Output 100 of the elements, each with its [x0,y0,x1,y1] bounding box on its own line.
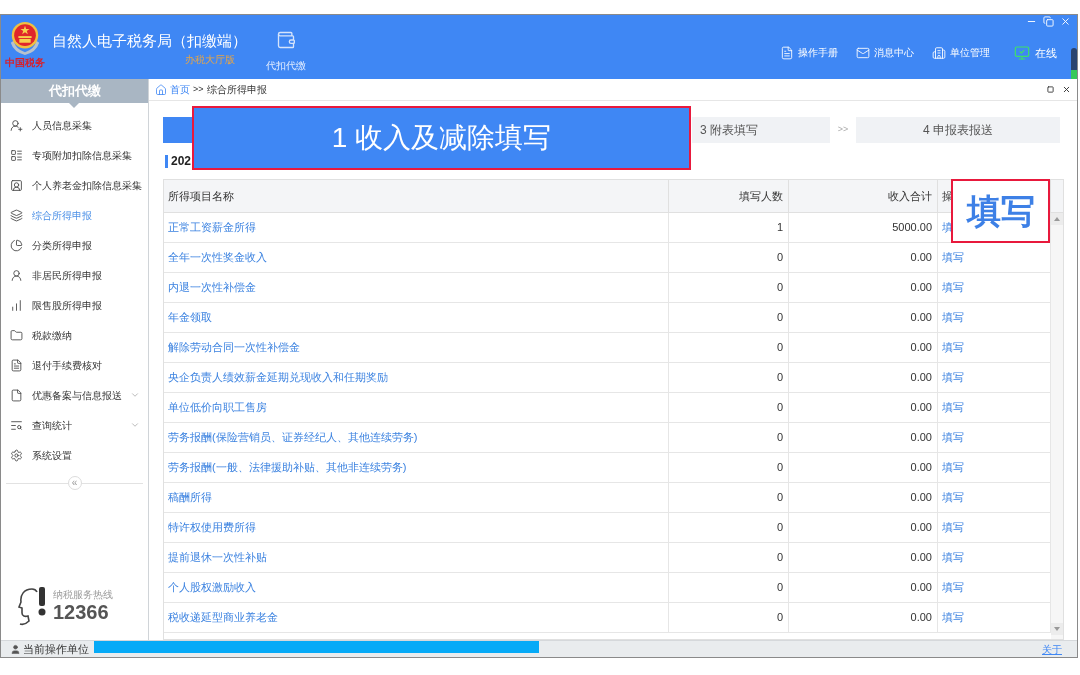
income-total: 0.00 [910,370,932,386]
list-icon [10,148,23,162]
step-separator: >> [836,123,850,137]
income-type-link[interactable]: 全年一次性奖金收入 [168,249,267,266]
chevron-down-icon [130,390,140,400]
sidebar-item[interactable]: 系统设置 [1,440,148,470]
sidebar-item[interactable]: 退付手续费核对 [1,350,148,380]
settings-icon [10,448,23,462]
logo-text: 中国税务 [5,57,45,68]
collapse-button[interactable]: « [67,476,82,490]
income-total: 0.00 [910,580,932,596]
home-icon[interactable] [155,83,167,96]
fill-in-link[interactable]: 填写 [942,579,964,596]
breadcrumb-separator: >> [193,82,204,96]
income-type-link[interactable]: 年金领取 [168,309,212,326]
income-type-link[interactable]: 稿酬所得 [168,489,212,506]
pie-chart-icon [10,238,23,252]
user-icon [10,268,23,282]
income-type-link[interactable]: 个人股权激励收入 [168,579,256,596]
income-type-link[interactable]: 特许权使用费所得 [168,519,256,536]
maximize-icon[interactable] [1047,86,1054,93]
fill-in-link[interactable]: 填写 [942,369,964,386]
toolbar-button[interactable]: 消息中心 [856,46,914,60]
restore-icon[interactable] [1043,16,1054,27]
income-type-link[interactable]: 央企负责人绩效薪金延期兑现收入和任期奖励 [168,369,388,386]
building-icon [932,46,946,60]
income-total: 0.00 [910,610,932,626]
file-icon [10,388,23,402]
person-count: 0 [776,460,783,476]
column-header: 收入合计 [888,188,932,204]
sidebar-item[interactable]: 优惠备案与信息报送 [1,380,148,410]
toolbar-button[interactable]: 单位管理 [932,46,990,60]
income-type-link[interactable]: 劳务报酬(保险营销员、证券经纪人、其他连续劳务) [168,429,418,446]
income-type-link[interactable]: 税收递延型商业养老金 [168,609,278,626]
chevron-down-icon [130,420,140,430]
scroll-up-icon[interactable] [1051,213,1063,225]
income-type-link[interactable]: 正常工资薪金所得 [168,219,256,236]
fill-in-link[interactable]: 填写 [942,459,964,476]
fill-in-link[interactable]: 填写 [942,609,964,626]
toolbar-button[interactable]: 操作手册 [780,46,838,60]
app-subtitle: 办税大厅版 [185,54,236,65]
scroll-down-icon[interactable] [1051,623,1063,635]
emblem-logo [8,20,42,56]
person-count: 0 [776,580,783,596]
income-total: 5000.00 [892,220,932,236]
app-title: 自然人电子税务局（扣缴端） [52,31,248,51]
fill-in-link[interactable]: 填写 [942,279,964,296]
breadcrumb-link[interactable]: 首页 [170,82,190,97]
fill-in-link[interactable]: 填写 [942,249,964,266]
person-count: 0 [776,250,783,266]
zoom-callout: 填写 [951,179,1050,243]
step-tab[interactable]: 3 附表填写 [692,117,830,143]
section-title: 202 [171,155,192,168]
sidebar-item[interactable]: 人员信息采集 [1,110,148,140]
about-link[interactable]: 关于 [1042,641,1062,657]
hotline-caption: 纳税服务热线 [53,589,113,601]
income-type-link[interactable]: 劳务报酬(一般、法律援助补贴、其他非连续劳务) [168,459,407,476]
person-count: 0 [776,370,783,386]
bar-chart-icon [10,298,23,312]
step-tab[interactable]: 4 申报表报送 [856,117,1060,143]
fill-in-link[interactable]: 填写 [942,519,964,536]
fill-in-link[interactable]: 填写 [942,549,964,566]
person-count: 0 [776,550,783,566]
income-type-link[interactable]: 解除劳动合同一次性补偿金 [168,339,300,356]
pointer-icon [69,103,79,108]
sidebar-item[interactable]: 税款缴纳 [1,320,148,350]
fill-in-link[interactable]: 填写 [942,429,964,446]
column-header: 填写人数 [739,188,783,204]
sidebar-item[interactable]: 个人养老金扣除信息采集 [1,170,148,200]
nav-button[interactable]: 代扣代缴 [266,15,306,79]
person-count: 0 [776,520,783,536]
scrollbar-track[interactable] [1051,213,1063,639]
person-count: 0 [776,490,783,506]
income-total: 0.00 [910,520,932,536]
sidebar-item[interactable]: 查询统计 [1,410,148,440]
sidebar-item[interactable]: 专项附加扣除信息采集 [1,140,148,170]
income-total: 0.00 [910,460,932,476]
fill-in-link[interactable]: 填写 [942,399,964,416]
fill-in-link[interactable]: 填写 [942,339,964,356]
person-count: 0 [776,430,783,446]
sidebar-item[interactable]: 限售股所得申报 [1,290,148,320]
operating-unit-label: 当前操作单位 [23,641,89,657]
income-total: 0.00 [910,250,932,266]
user-plus-icon [10,118,23,132]
sidebar-item[interactable]: 综合所得申报 [1,200,148,230]
monitor-check-icon [1014,45,1030,61]
income-total: 0.00 [910,340,932,356]
sidebar-item[interactable]: 非居民所得申报 [1,260,148,290]
sidebar-item[interactable]: 分类所得申报 [1,230,148,260]
document-icon [10,358,23,372]
person-count: 0 [776,280,783,296]
income-type-link[interactable]: 提前退休一次性补贴 [168,549,267,566]
close-icon[interactable] [1062,85,1071,94]
income-type-link[interactable]: 内退一次性补偿金 [168,279,256,296]
column-header: 所得项目名称 [168,188,234,204]
income-type-link[interactable]: 单位低价向职工售房 [168,399,267,416]
income-total: 0.00 [910,550,932,566]
person-count: 0 [776,310,783,326]
fill-in-link[interactable]: 填写 [942,489,964,506]
fill-in-link[interactable]: 填写 [942,309,964,326]
